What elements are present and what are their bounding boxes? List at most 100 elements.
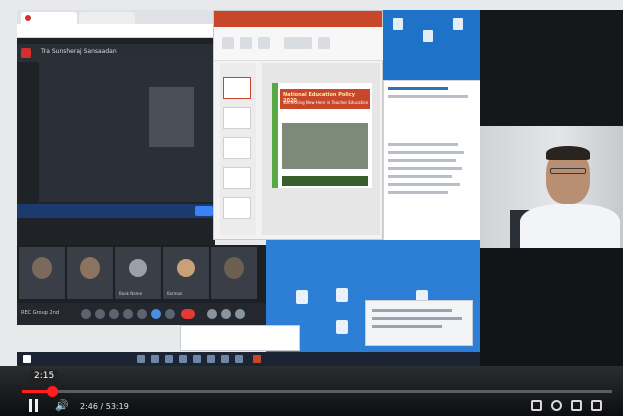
taskbar-app-icon[interactable] xyxy=(235,355,243,363)
gear-icon[interactable] xyxy=(531,400,542,411)
desktop-file-icon[interactable] xyxy=(423,30,433,42)
taskbar-app-icon[interactable] xyxy=(207,355,215,363)
doc-text-line xyxy=(388,95,468,98)
taskbar-app-icon[interactable] xyxy=(151,355,159,363)
participant-avatar xyxy=(177,259,195,277)
participant-strip: Book Name Karman xyxy=(17,245,267,303)
meeting-title: Tra Sunsheraj Sansaadan xyxy=(41,48,117,55)
ppt-slide-thumbnail[interactable] xyxy=(223,77,251,99)
desktop-file-icon[interactable] xyxy=(336,320,348,334)
doc-text-line xyxy=(388,167,462,170)
ppt-ribbon xyxy=(214,27,384,61)
progress-scrubber-handle[interactable] xyxy=(46,386,58,397)
webcam-person-shirt xyxy=(520,204,620,248)
end-call-button[interactable] xyxy=(181,309,195,319)
slide-photo xyxy=(282,123,368,169)
powerpoint-window: National Education Policy 2020 Something… xyxy=(213,10,384,240)
taskbar-app-icon[interactable] xyxy=(221,355,229,363)
desktop-file-icon[interactable] xyxy=(393,18,403,30)
screen-share-banner xyxy=(17,204,215,218)
ppt-ribbon-button[interactable] xyxy=(318,37,330,49)
ppt-slide-thumbnail[interactable] xyxy=(223,197,251,219)
video-player-controls: 2:15 🔊 2:46 / 53:19 xyxy=(0,366,623,416)
pause-icon[interactable] xyxy=(28,399,40,412)
present-icon[interactable] xyxy=(109,309,119,319)
doc-text-line xyxy=(388,191,448,194)
meeting-titlebar: Tra Sunsheraj Sansaadan xyxy=(17,44,215,62)
browser-tab-strip xyxy=(17,10,215,24)
shared-screen-content xyxy=(149,87,194,147)
webcam-person-glasses xyxy=(550,168,586,174)
ppt-ribbon-button[interactable] xyxy=(284,37,312,49)
doc-text-line xyxy=(388,159,456,162)
desktop-file-icon[interactable] xyxy=(296,290,308,304)
start-icon[interactable] xyxy=(23,355,31,363)
participant-tile[interactable]: Book Name xyxy=(115,247,161,299)
info-icon[interactable] xyxy=(207,309,217,319)
participant-tile[interactable] xyxy=(67,247,113,299)
doc-text-line xyxy=(388,175,452,178)
ppt-slide-thumbnail[interactable] xyxy=(223,167,251,189)
participant-tile[interactable] xyxy=(19,247,65,299)
dark-region-top xyxy=(480,10,623,126)
volume-icon[interactable]: 🔊 xyxy=(55,400,69,411)
progress-bar[interactable] xyxy=(22,386,612,397)
taskbar-app-icon[interactable] xyxy=(193,355,201,363)
notification-toast[interactable] xyxy=(365,300,473,346)
timecode: 2:46 / 53:19 xyxy=(80,402,129,411)
taskbar-app-icon[interactable] xyxy=(137,355,145,363)
dark-region-bottom xyxy=(480,248,623,368)
share-button[interactable] xyxy=(195,206,213,216)
shared-screen-view xyxy=(39,62,214,202)
tab-favicon-icon xyxy=(25,15,31,21)
taskbar-app-icon[interactable] xyxy=(253,355,261,363)
meeting-controls-label: REC Group 2nd xyxy=(21,310,60,316)
toast-text-line xyxy=(372,317,462,320)
ppt-slide-thumbnail[interactable] xyxy=(223,137,251,159)
people-icon[interactable] xyxy=(221,309,231,319)
taskbar-app-icon[interactable] xyxy=(179,355,187,363)
slide-footer-bar xyxy=(282,176,368,186)
slide-subline: Something New Here in Teacher Education xyxy=(283,100,369,105)
participant-avatar xyxy=(80,257,100,279)
participant-name: Karman xyxy=(167,291,183,296)
fullscreen-icon[interactable] xyxy=(591,400,602,411)
participant-name: Book Name xyxy=(119,291,143,296)
raise-hand-icon[interactable] xyxy=(151,309,161,319)
windows-taskbar xyxy=(17,352,481,366)
meeting-window: Tra Sunsheraj Sansaadan xyxy=(17,38,215,248)
mic-icon[interactable] xyxy=(81,309,91,319)
theater-icon[interactable] xyxy=(571,400,582,411)
taskbar-search-box[interactable] xyxy=(180,325,300,351)
browser-tab[interactable] xyxy=(21,12,77,24)
browser-tab[interactable] xyxy=(79,12,135,24)
more-options-icon[interactable] xyxy=(165,309,175,319)
ppt-ribbon-button[interactable] xyxy=(258,37,270,49)
participant-tile[interactable] xyxy=(211,247,257,299)
player-right-controls xyxy=(531,400,611,412)
ppt-ribbon-button[interactable] xyxy=(240,37,252,49)
ppt-slide-canvas: National Education Policy 2020 Something… xyxy=(262,63,380,235)
ppt-current-slide: National Education Policy 2020 Something… xyxy=(272,83,372,188)
doc-heading-line xyxy=(388,87,448,90)
seek-time-tooltip: 2:15 xyxy=(30,370,59,382)
toast-text-line xyxy=(372,325,442,328)
meeting-controls: REC Group 2nd xyxy=(17,303,267,325)
miniplayer-icon[interactable] xyxy=(551,400,562,411)
captions-icon[interactable] xyxy=(137,309,147,319)
toast-text-line xyxy=(372,309,452,312)
reactions-icon[interactable] xyxy=(123,309,133,319)
webcam-view xyxy=(480,126,623,248)
camera-icon[interactable] xyxy=(95,309,105,319)
desktop-file-icon[interactable] xyxy=(453,18,463,30)
address-bar[interactable] xyxy=(17,24,215,38)
desktop-file-icon[interactable] xyxy=(336,288,348,302)
chat-icon[interactable] xyxy=(235,309,245,319)
taskbar-app-icon[interactable] xyxy=(165,355,173,363)
participant-avatar xyxy=(32,257,52,279)
ppt-ribbon-button[interactable] xyxy=(222,37,234,49)
ppt-slide-thumbnail[interactable] xyxy=(223,107,251,129)
screen-capture: Tra Sunsheraj Sansaadan Book Name Karman xyxy=(0,0,623,416)
participant-avatar xyxy=(129,259,147,277)
participant-tile[interactable]: Karman xyxy=(163,247,209,299)
